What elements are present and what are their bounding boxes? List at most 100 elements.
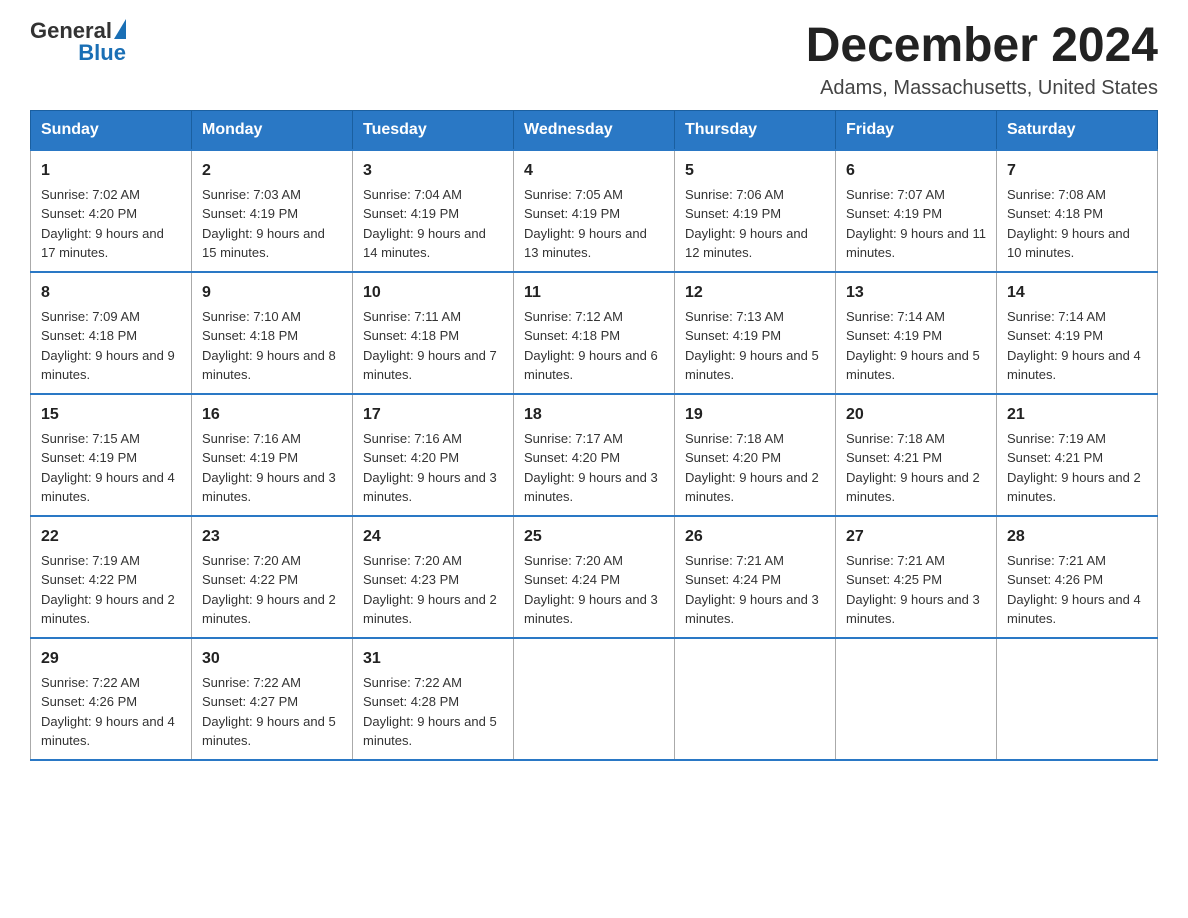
calendar-cell: 19 Sunrise: 7:18 AM Sunset: 4:20 PM Dayl…	[675, 394, 836, 516]
day-number: 26	[685, 525, 825, 549]
day-sunset: Sunset: 4:25 PM	[846, 572, 942, 587]
day-sunset: Sunset: 4:23 PM	[363, 572, 459, 587]
day-sunrise: Sunrise: 7:13 AM	[685, 309, 784, 324]
day-daylight: Daylight: 9 hours and 9 minutes.	[41, 348, 175, 383]
day-sunset: Sunset: 4:24 PM	[685, 572, 781, 587]
calendar-table: SundayMondayTuesdayWednesdayThursdayFrid…	[30, 110, 1158, 761]
calendar-cell: 20 Sunrise: 7:18 AM Sunset: 4:21 PM Dayl…	[836, 394, 997, 516]
day-sunset: Sunset: 4:18 PM	[363, 328, 459, 343]
column-header-monday: Monday	[192, 110, 353, 150]
day-number: 4	[524, 159, 664, 183]
day-sunset: Sunset: 4:21 PM	[1007, 450, 1103, 465]
day-daylight: Daylight: 9 hours and 17 minutes.	[41, 226, 164, 261]
day-daylight: Daylight: 9 hours and 5 minutes.	[363, 714, 497, 749]
day-sunrise: Sunrise: 7:15 AM	[41, 431, 140, 446]
day-daylight: Daylight: 9 hours and 7 minutes.	[363, 348, 497, 383]
day-number: 16	[202, 403, 342, 427]
month-title: December 2024	[806, 20, 1158, 73]
calendar-cell: 22 Sunrise: 7:19 AM Sunset: 4:22 PM Dayl…	[31, 516, 192, 638]
day-sunrise: Sunrise: 7:08 AM	[1007, 187, 1106, 202]
day-daylight: Daylight: 9 hours and 14 minutes.	[363, 226, 486, 261]
day-sunrise: Sunrise: 7:09 AM	[41, 309, 140, 324]
day-sunrise: Sunrise: 7:03 AM	[202, 187, 301, 202]
day-sunset: Sunset: 4:26 PM	[1007, 572, 1103, 587]
day-number: 30	[202, 647, 342, 671]
day-sunrise: Sunrise: 7:11 AM	[363, 309, 461, 324]
day-number: 31	[363, 647, 503, 671]
day-number: 5	[685, 159, 825, 183]
calendar-cell: 30 Sunrise: 7:22 AM Sunset: 4:27 PM Dayl…	[192, 638, 353, 760]
calendar-week-row: 22 Sunrise: 7:19 AM Sunset: 4:22 PM Dayl…	[31, 516, 1158, 638]
day-daylight: Daylight: 9 hours and 3 minutes.	[524, 470, 658, 505]
calendar-header-row: SundayMondayTuesdayWednesdayThursdayFrid…	[31, 110, 1158, 150]
calendar-cell: 28 Sunrise: 7:21 AM Sunset: 4:26 PM Dayl…	[997, 516, 1158, 638]
column-header-thursday: Thursday	[675, 110, 836, 150]
day-number: 23	[202, 525, 342, 549]
day-sunset: Sunset: 4:19 PM	[685, 328, 781, 343]
day-sunrise: Sunrise: 7:10 AM	[202, 309, 301, 324]
day-daylight: Daylight: 9 hours and 2 minutes.	[685, 470, 819, 505]
day-sunrise: Sunrise: 7:12 AM	[524, 309, 623, 324]
calendar-cell: 12 Sunrise: 7:13 AM Sunset: 4:19 PM Dayl…	[675, 272, 836, 394]
day-number: 15	[41, 403, 181, 427]
calendar-cell: 5 Sunrise: 7:06 AM Sunset: 4:19 PM Dayli…	[675, 150, 836, 272]
day-number: 28	[1007, 525, 1147, 549]
day-number: 29	[41, 647, 181, 671]
day-number: 12	[685, 281, 825, 305]
column-header-sunday: Sunday	[31, 110, 192, 150]
calendar-cell: 10 Sunrise: 7:11 AM Sunset: 4:18 PM Dayl…	[353, 272, 514, 394]
day-daylight: Daylight: 9 hours and 5 minutes.	[202, 714, 336, 749]
logo-general-text: General	[30, 20, 112, 42]
day-number: 10	[363, 281, 503, 305]
day-sunset: Sunset: 4:27 PM	[202, 694, 298, 709]
day-sunset: Sunset: 4:19 PM	[846, 328, 942, 343]
day-sunrise: Sunrise: 7:20 AM	[524, 553, 623, 568]
calendar-cell: 16 Sunrise: 7:16 AM Sunset: 4:19 PM Dayl…	[192, 394, 353, 516]
day-sunset: Sunset: 4:19 PM	[41, 450, 137, 465]
day-sunset: Sunset: 4:21 PM	[846, 450, 942, 465]
day-sunrise: Sunrise: 7:21 AM	[846, 553, 945, 568]
day-sunrise: Sunrise: 7:16 AM	[202, 431, 301, 446]
day-sunrise: Sunrise: 7:21 AM	[685, 553, 784, 568]
day-sunrise: Sunrise: 7:14 AM	[846, 309, 945, 324]
logo: General Blue	[30, 20, 126, 64]
calendar-week-row: 15 Sunrise: 7:15 AM Sunset: 4:19 PM Dayl…	[31, 394, 1158, 516]
calendar-cell	[836, 638, 997, 760]
calendar-cell: 31 Sunrise: 7:22 AM Sunset: 4:28 PM Dayl…	[353, 638, 514, 760]
calendar-cell: 26 Sunrise: 7:21 AM Sunset: 4:24 PM Dayl…	[675, 516, 836, 638]
day-sunrise: Sunrise: 7:19 AM	[41, 553, 140, 568]
calendar-cell: 24 Sunrise: 7:20 AM Sunset: 4:23 PM Dayl…	[353, 516, 514, 638]
day-number: 17	[363, 403, 503, 427]
day-sunset: Sunset: 4:19 PM	[846, 206, 942, 221]
logo-blue-text: Blue	[78, 42, 126, 64]
calendar-cell: 6 Sunrise: 7:07 AM Sunset: 4:19 PM Dayli…	[836, 150, 997, 272]
day-sunset: Sunset: 4:19 PM	[202, 206, 298, 221]
location-title: Adams, Massachusetts, United States	[806, 77, 1158, 100]
day-daylight: Daylight: 9 hours and 11 minutes.	[846, 226, 986, 261]
day-sunrise: Sunrise: 7:07 AM	[846, 187, 945, 202]
day-number: 11	[524, 281, 664, 305]
calendar-cell	[514, 638, 675, 760]
calendar-cell: 2 Sunrise: 7:03 AM Sunset: 4:19 PM Dayli…	[192, 150, 353, 272]
day-daylight: Daylight: 9 hours and 4 minutes.	[1007, 348, 1141, 383]
day-sunrise: Sunrise: 7:22 AM	[41, 675, 140, 690]
day-sunrise: Sunrise: 7:16 AM	[363, 431, 462, 446]
day-number: 20	[846, 403, 986, 427]
calendar-cell: 17 Sunrise: 7:16 AM Sunset: 4:20 PM Dayl…	[353, 394, 514, 516]
day-sunrise: Sunrise: 7:04 AM	[363, 187, 462, 202]
calendar-cell: 13 Sunrise: 7:14 AM Sunset: 4:19 PM Dayl…	[836, 272, 997, 394]
calendar-cell: 27 Sunrise: 7:21 AM Sunset: 4:25 PM Dayl…	[836, 516, 997, 638]
day-daylight: Daylight: 9 hours and 4 minutes.	[41, 714, 175, 749]
logo-triangle-icon	[114, 19, 126, 39]
day-sunset: Sunset: 4:20 PM	[524, 450, 620, 465]
column-header-saturday: Saturday	[997, 110, 1158, 150]
day-sunset: Sunset: 4:26 PM	[41, 694, 137, 709]
day-daylight: Daylight: 9 hours and 12 minutes.	[685, 226, 808, 261]
day-daylight: Daylight: 9 hours and 2 minutes.	[202, 592, 336, 627]
day-sunset: Sunset: 4:28 PM	[363, 694, 459, 709]
day-daylight: Daylight: 9 hours and 10 minutes.	[1007, 226, 1130, 261]
day-sunrise: Sunrise: 7:06 AM	[685, 187, 784, 202]
calendar-cell: 18 Sunrise: 7:17 AM Sunset: 4:20 PM Dayl…	[514, 394, 675, 516]
day-daylight: Daylight: 9 hours and 13 minutes.	[524, 226, 647, 261]
calendar-cell: 11 Sunrise: 7:12 AM Sunset: 4:18 PM Dayl…	[514, 272, 675, 394]
